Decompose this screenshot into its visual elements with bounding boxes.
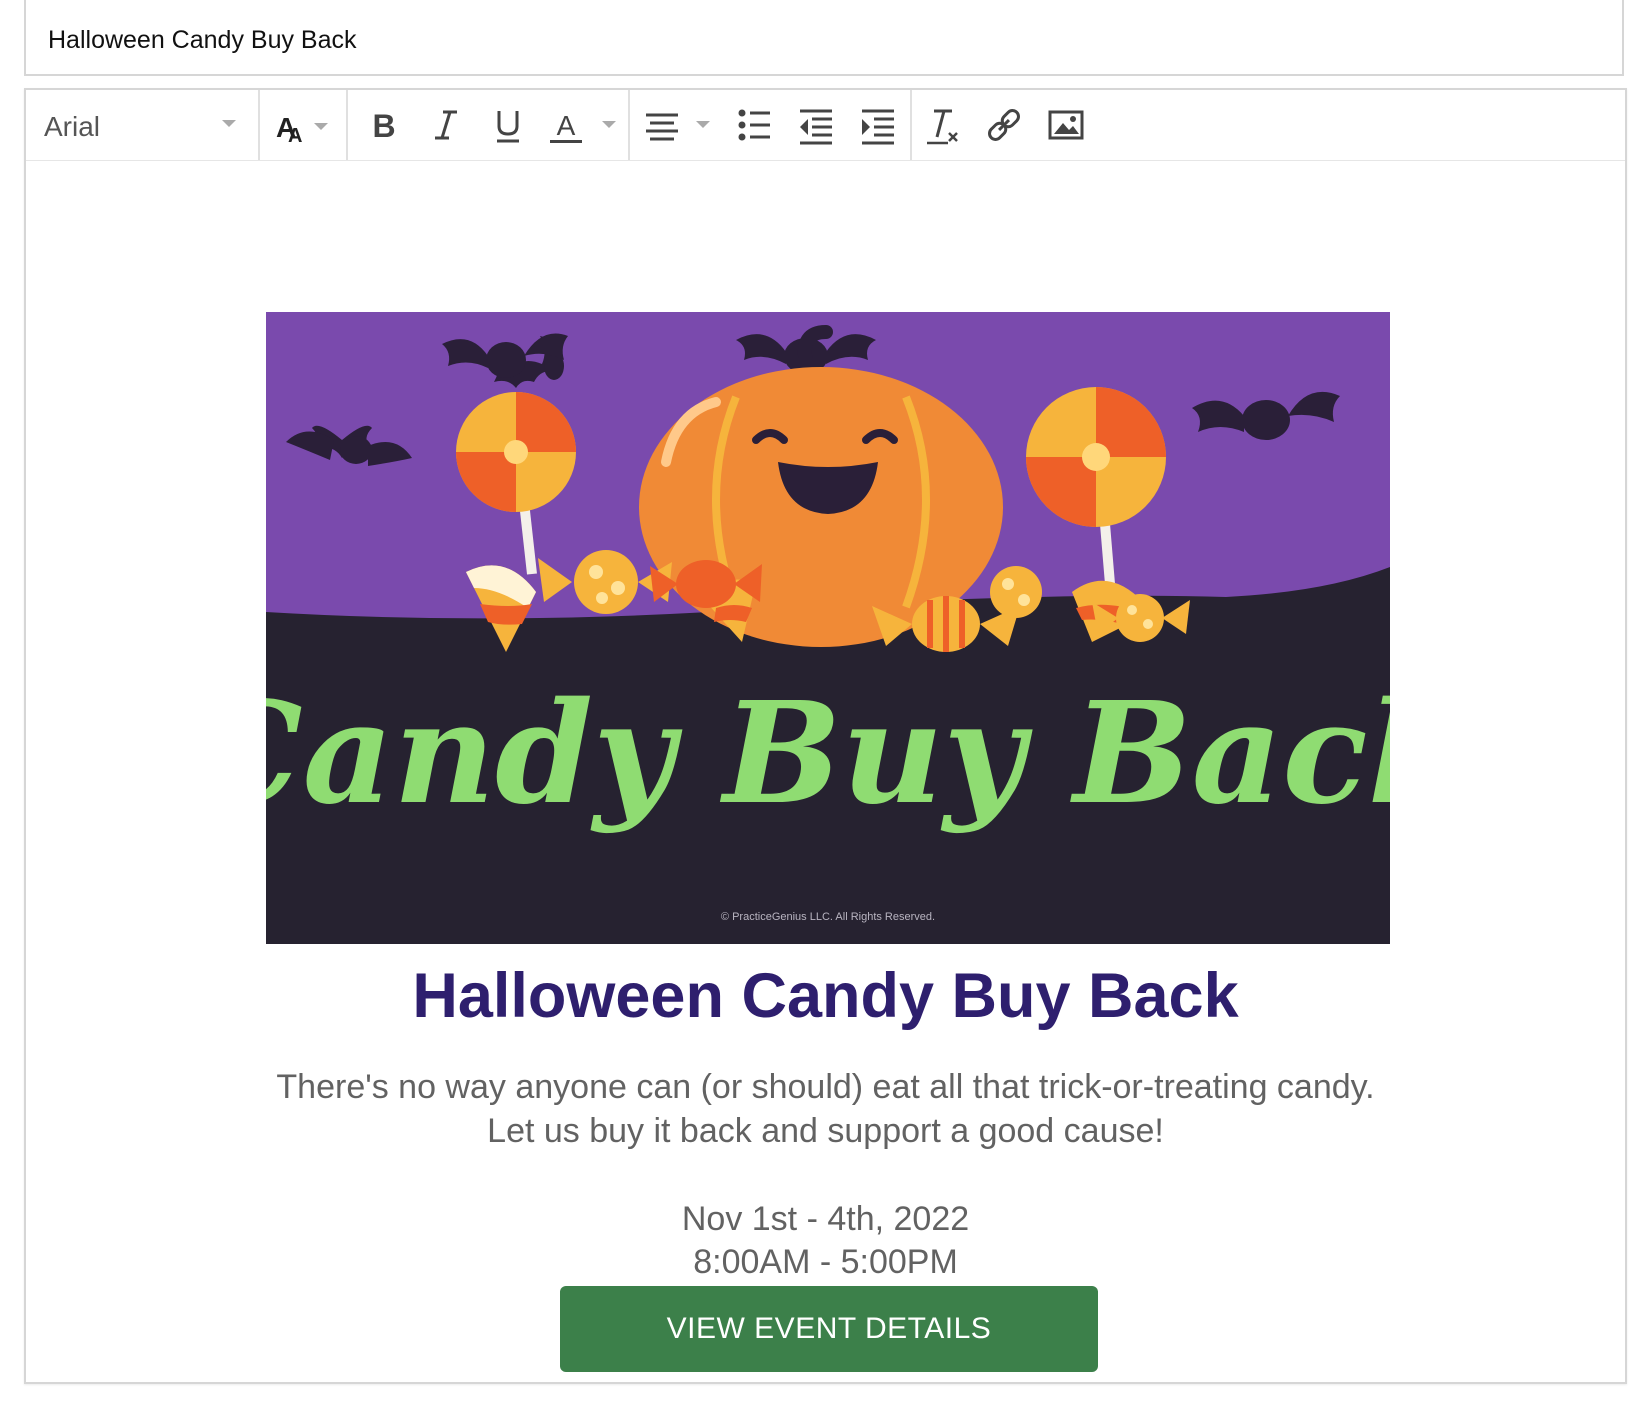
align-center-icon[interactable] xyxy=(642,101,718,149)
toolbar-divider xyxy=(628,90,630,160)
intro-line-1: There's no way anyone can (or should) ea… xyxy=(276,1068,1375,1106)
event-date: Nov 1st - 4th, 2022 xyxy=(681,1200,970,1238)
svg-text:A: A xyxy=(557,110,576,141)
banner-copyright: © PracticeGenius LLC. All Rights Reserve… xyxy=(721,911,935,923)
toolbar-divider xyxy=(910,90,912,160)
bold-icon[interactable]: B xyxy=(364,101,404,149)
outdent-icon[interactable] xyxy=(796,101,836,149)
indent-icon[interactable] xyxy=(858,101,898,149)
intro-line-2: Let us buy it back and support a good ca… xyxy=(487,1112,1164,1150)
svg-text:A: A xyxy=(288,125,302,147)
chevron-down-icon xyxy=(222,120,236,127)
candy-buy-back-banner: Candy Buy Back © PracticeGenius LLC. All… xyxy=(266,312,1390,944)
clear-format-icon[interactable] xyxy=(922,101,962,149)
toolbar-divider xyxy=(346,90,348,160)
font-size-icon[interactable]: A A xyxy=(272,101,338,149)
text-color-icon[interactable]: A xyxy=(546,101,626,149)
subject-value: Halloween Candy Buy Back xyxy=(48,26,357,54)
toolbar-divider xyxy=(258,90,260,160)
email-heading: Halloween Candy Buy Back xyxy=(412,961,1239,1031)
font-family-select[interactable]: Arial xyxy=(26,90,272,160)
bullet-list-icon[interactable] xyxy=(734,101,774,149)
editor-toolbar: Arial A A B A xyxy=(26,90,1625,161)
event-time: 8:00AM - 5:00PM xyxy=(693,1243,958,1281)
image-icon[interactable] xyxy=(1046,101,1086,149)
view-event-details-button[interactable]: VIEW EVENT DETAILS xyxy=(560,1286,1098,1372)
banner-title: Candy Buy Back xyxy=(266,672,1390,836)
wrapped-candy-icon xyxy=(990,566,1042,618)
svg-text:B: B xyxy=(372,108,395,144)
font-family-value: Arial xyxy=(44,111,101,142)
link-icon[interactable] xyxy=(984,101,1024,149)
rich-text-editor: Arial A A B A andy Buy Bac © PracticeGen… xyxy=(24,88,1627,1384)
italic-icon[interactable] xyxy=(426,101,466,149)
editor-content[interactable]: Candy Buy Back © PracticeGenius LLC. All… xyxy=(26,160,1625,1382)
subject-field[interactable]: Halloween Candy Buy Back xyxy=(24,0,1624,76)
underline-icon[interactable] xyxy=(488,101,528,149)
